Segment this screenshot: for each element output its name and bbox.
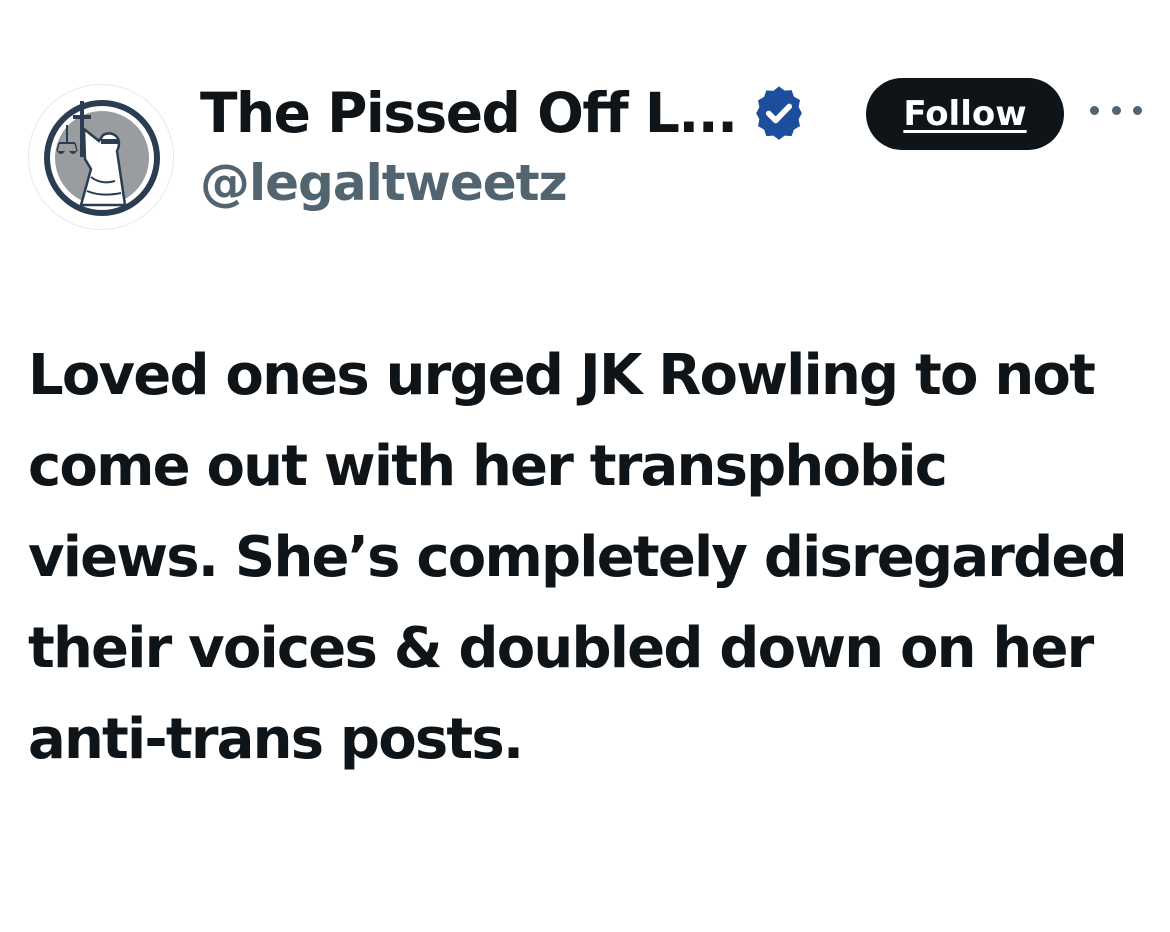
post-text: Loved ones urged JK Rowling to not come … [28,343,1128,772]
author-avatar[interactable] [28,84,174,230]
more-options-icon[interactable] [1090,90,1142,130]
follow-button[interactable]: Follow [866,78,1064,150]
verified-badge-icon[interactable] [751,85,807,141]
more-dot [1090,105,1099,115]
previous-post-cutoff [30,0,690,6]
post-header: The Pissed Off L... @legaltweetz Follow [28,78,1142,238]
lady-justice-icon [44,100,160,216]
author-info: The Pissed Off L... @legaltweetz [200,78,807,212]
author-handle[interactable]: @legaltweetz [200,154,807,212]
more-dot [1111,105,1121,115]
author-display-name[interactable]: The Pissed Off L... [200,81,738,145]
more-dot [1133,105,1142,115]
